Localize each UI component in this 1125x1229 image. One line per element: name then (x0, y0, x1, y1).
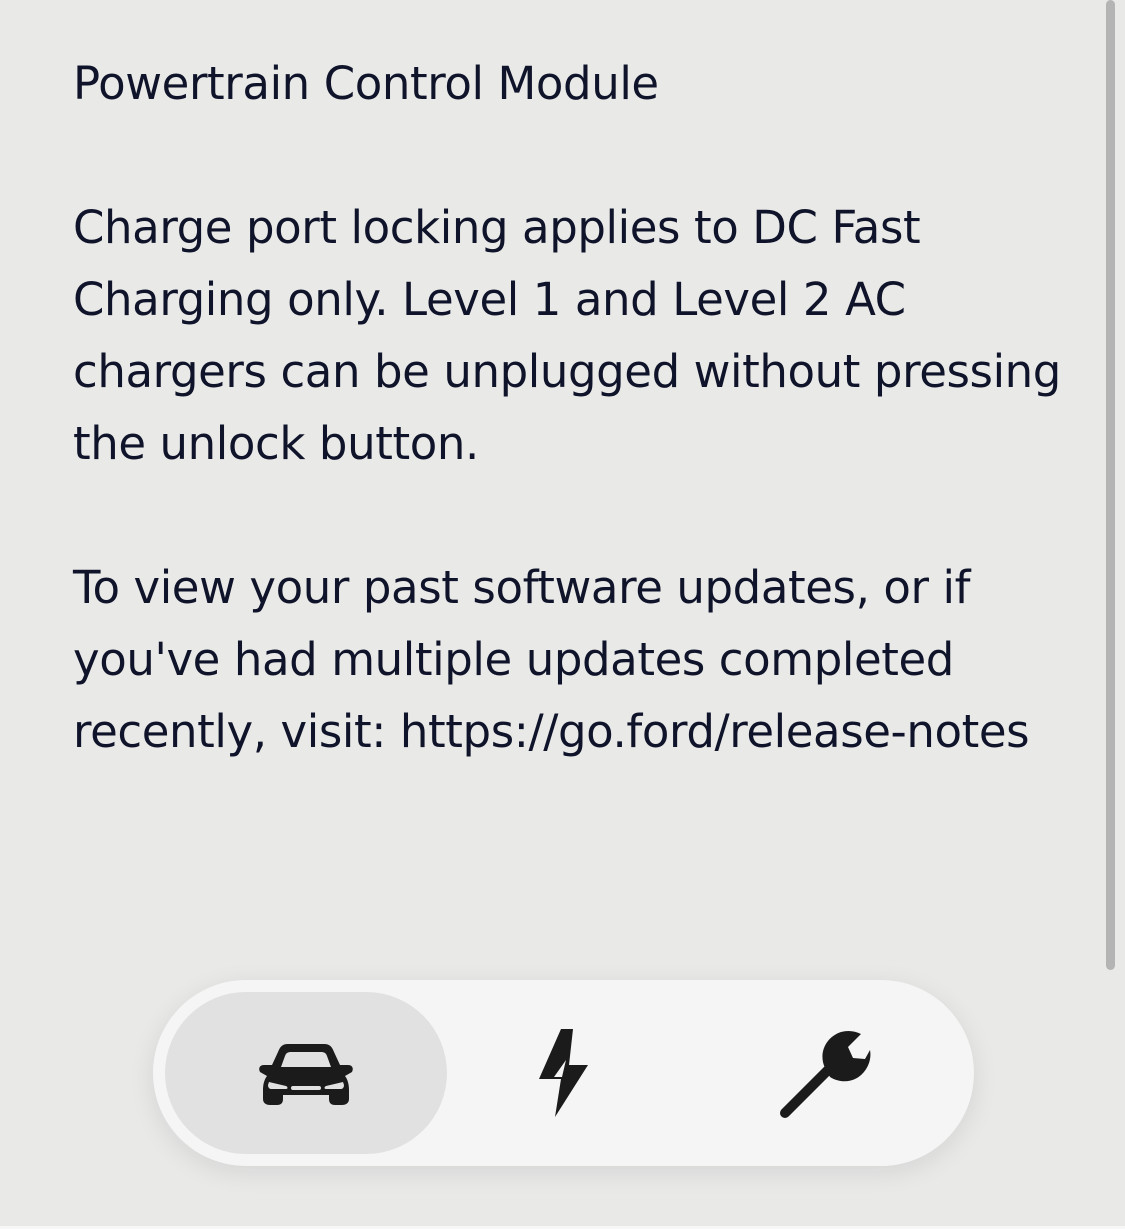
tab-vehicle[interactable] (165, 992, 447, 1154)
charge-port-note: Charge port locking applies to DC Fast C… (73, 201, 1061, 470)
wrench-icon (771, 1025, 871, 1121)
tab-service[interactable] (680, 992, 962, 1154)
car-icon (257, 1038, 355, 1108)
release-notes-note: To view your past software updates, or i… (73, 561, 1030, 758)
tab-energy[interactable] (423, 992, 705, 1154)
lightning-bolt-icon (533, 1029, 595, 1117)
release-notes-content: Powertrain Control Module Charge port lo… (73, 48, 1063, 840)
vertical-scrollbar[interactable] (1106, 0, 1115, 970)
module-title: Powertrain Control Module (73, 57, 659, 110)
bottom-tab-bar (153, 980, 974, 1166)
